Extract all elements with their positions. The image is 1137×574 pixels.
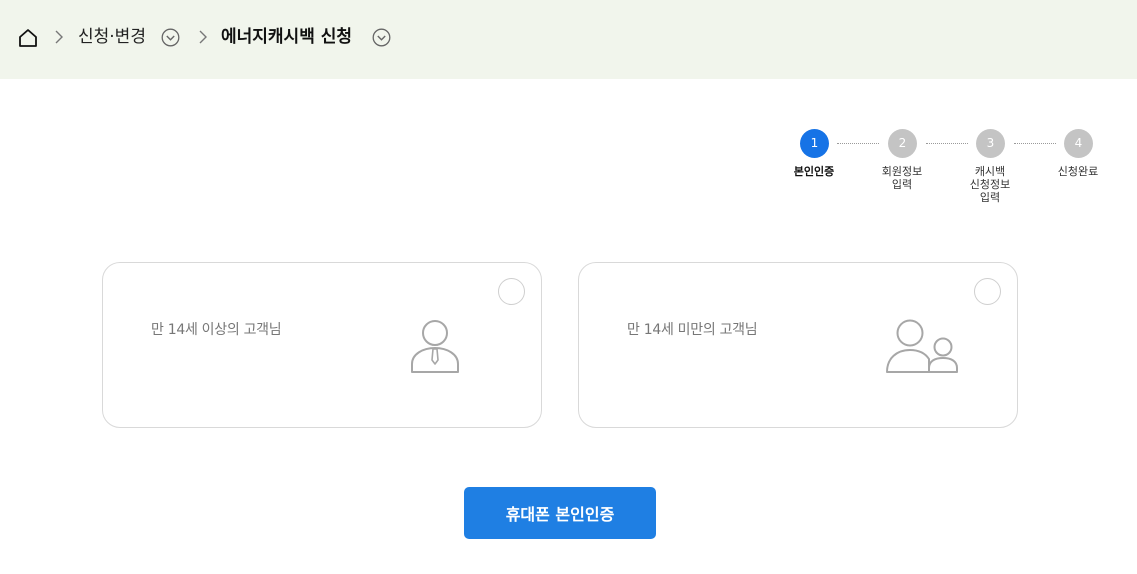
chevron-right-icon xyxy=(55,30,63,44)
adult-person-icon xyxy=(411,320,459,373)
breadcrumb: 신청·변경 에너지캐시백 신청 xyxy=(0,0,1137,79)
breadcrumb-parent[interactable]: 신청·변경 xyxy=(78,25,146,49)
step-4-label: 신청완료 xyxy=(1057,165,1099,178)
step-connector xyxy=(837,143,879,144)
age-14-under-radio[interactable] xyxy=(974,278,1001,305)
step-4-circle: 4 xyxy=(1064,129,1093,158)
breadcrumb-current[interactable]: 에너지캐시백 신청 xyxy=(221,25,352,49)
step-3-circle: 3 xyxy=(976,129,1005,158)
card-title: 만 14세 이상의 고객님 xyxy=(151,322,282,338)
step-2-label: 회원정보 입력 xyxy=(881,165,923,191)
step-connector xyxy=(926,143,968,144)
age-14-under-card[interactable]: 만 14세 미만의 고객님 xyxy=(578,262,1018,428)
step-1-circle: 1 xyxy=(800,129,829,158)
chevron-down-icon[interactable] xyxy=(372,28,391,47)
age-14-over-radio[interactable] xyxy=(498,278,525,305)
age-14-over-card[interactable]: 만 14세 이상의 고객님 xyxy=(102,262,542,428)
step-1-label: 본인인증 xyxy=(793,165,835,178)
step-2-circle: 2 xyxy=(888,129,917,158)
home-icon[interactable] xyxy=(17,27,39,49)
step-3-label: 캐시백 신청정보 입력 xyxy=(969,165,1011,204)
chevron-down-icon[interactable] xyxy=(161,28,180,47)
card-title: 만 14세 미만의 고객님 xyxy=(627,322,758,338)
chevron-right-icon xyxy=(199,30,207,44)
parent-child-icon xyxy=(886,319,958,373)
step-connector xyxy=(1014,143,1056,144)
phone-verification-button[interactable]: 휴대폰 본인인증 xyxy=(464,487,656,539)
